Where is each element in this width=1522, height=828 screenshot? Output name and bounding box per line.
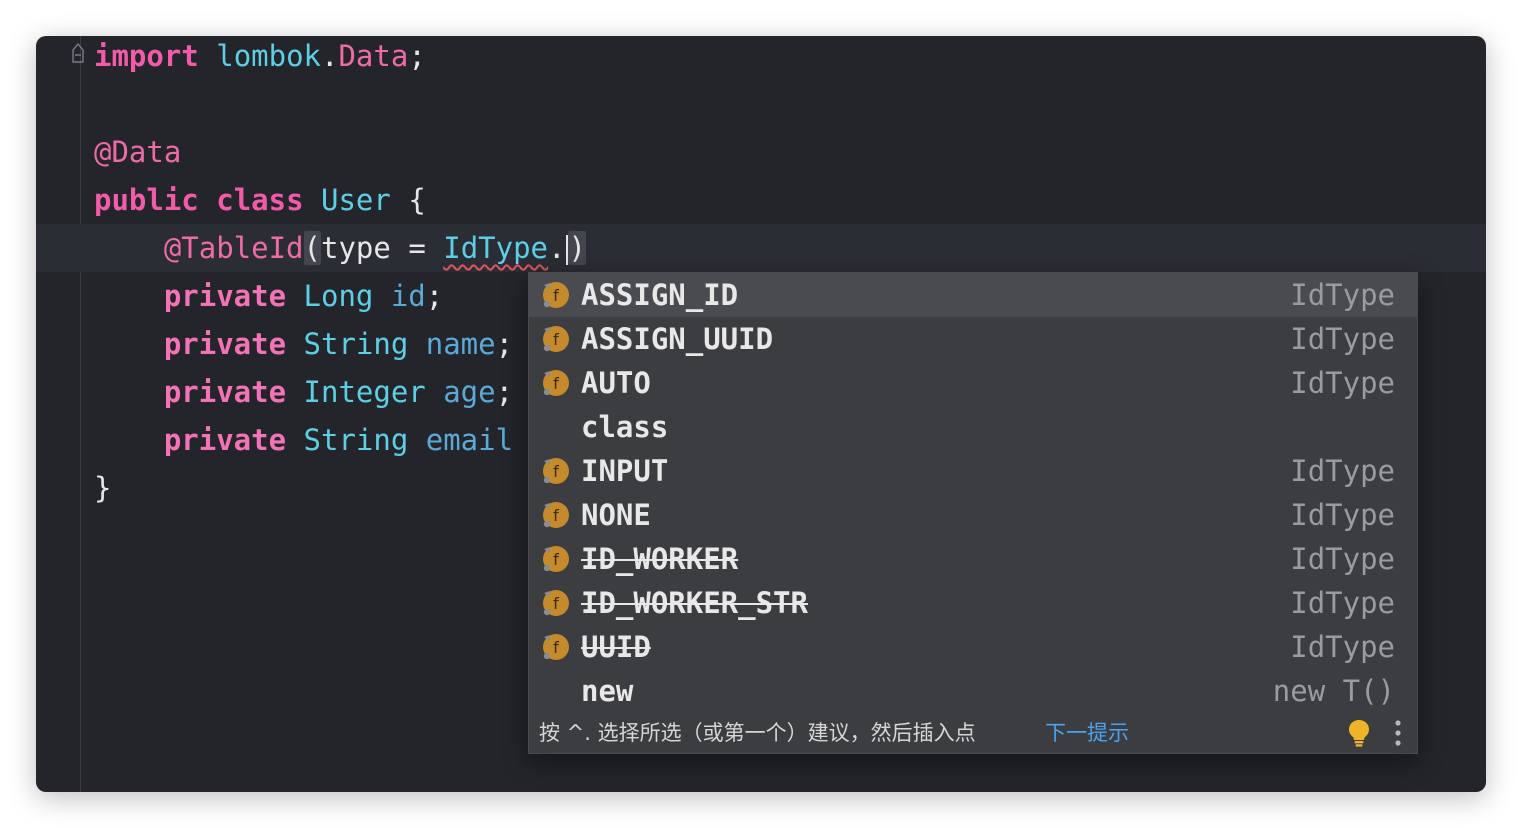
gutter-divider [80,36,81,792]
open-brace: { [408,183,426,217]
field-icon: f [543,458,569,484]
completion-item-label: AUTO [581,366,651,400]
field-name: name [425,327,496,361]
fold-marker-icon[interactable] [72,43,84,63]
field-icon: f [543,502,569,528]
type-string: String [303,423,409,457]
completion-item[interactable]: f ASSIGN_ID IdType [529,273,1417,317]
completion-item-type: IdType [1290,454,1395,488]
keyword-private: private [163,375,287,409]
completion-item-type: new T() [1272,674,1395,708]
type-long: Long [303,279,374,313]
completion-item-label: INPUT [581,454,669,488]
code-line-field-age[interactable]: private Integer age; [94,372,513,420]
field-icon: f [543,282,569,308]
code-editor[interactable]: import lombok.Data; @Data public class U… [36,36,1486,792]
keyword-class: class [216,183,304,217]
svg-text:f: f [553,286,559,305]
code-line-field-name[interactable]: private String name; [94,324,513,372]
class-data-ref: Data [338,39,409,73]
dot: . [548,231,566,265]
completion-item-label: UUID [581,630,651,664]
type-string: String [303,327,409,361]
completion-item-label: class [581,410,669,444]
completion-item-label: ID_WORKER_STR [581,586,808,620]
more-options-icon[interactable] [1393,719,1403,747]
svg-text:f: f [553,374,559,393]
idtype-reference: IdType [443,231,549,265]
lightbulb-icon[interactable] [1347,718,1371,748]
field-icon: f [543,326,569,352]
completion-item-type: IdType [1290,366,1395,400]
next-tip-link[interactable]: 下一提示 [1045,713,1129,753]
open-paren: ( [303,231,321,265]
code-line-class-decl[interactable]: public class User { [94,180,426,228]
completion-item-type: IdType [1290,542,1395,576]
code-line-import[interactable]: import lombok.Data; [94,36,426,84]
completion-item-label: ASSIGN_ID [581,278,739,312]
svg-text:f: f [553,506,559,525]
completion-item-type: IdType [1290,322,1395,356]
field-icon: f [543,546,569,572]
package-lombok: lombok [216,39,321,73]
code-line-close-brace[interactable]: } [94,468,111,516]
keyword-private: private [163,279,287,313]
completion-item[interactable]: class [529,405,1417,449]
equals: = [408,231,426,265]
close-paren: ) [568,231,586,265]
svg-text:f: f [553,550,559,569]
field-email: email [425,423,514,457]
annotation-data: @Data [94,135,182,169]
keyword-public: public [94,183,199,217]
completion-item[interactable]: f INPUT IdType [529,449,1417,493]
svg-text:f: f [553,594,559,613]
semicolon: ; [495,375,514,409]
field-icon: f [543,634,569,660]
dot: . [321,39,339,73]
completion-item[interactable]: f UUID IdType [529,625,1417,669]
field-icon: f [543,370,569,396]
completion-item[interactable]: f ASSIGN_UUID IdType [529,317,1417,361]
field-age: age [443,375,496,409]
completion-hint: 按 ^. 选择所选（或第一个）建议，然后插入点 [539,721,976,745]
completion-item-type: IdType [1290,498,1395,532]
code-line-field-email[interactable]: private String email [94,420,513,468]
completion-item[interactable]: f ID_WORKER_STR IdType [529,581,1417,625]
code-line-field-id[interactable]: private Long id; [94,276,443,324]
keyword-private: private [163,327,287,361]
completion-item-label: NONE [581,498,651,532]
completion-item-type: IdType [1290,586,1395,620]
completion-item[interactable]: f NONE IdType [529,493,1417,537]
svg-text:f: f [553,330,559,349]
completion-item-label: ASSIGN_UUID [581,322,774,356]
completion-item[interactable]: f AUTO IdType [529,361,1417,405]
completion-popup[interactable]: f ASSIGN_ID IdType f ASSIGN_UUID IdType f AUTO I… [528,272,1418,754]
keyword-private: private [163,423,287,457]
completion-item-type: IdType [1290,630,1395,664]
completion-item-label: ID_WORKER [581,542,739,576]
class-name-user: User [321,183,391,217]
completion-item[interactable]: new new T() [529,669,1417,713]
code-line-annotation-data[interactable]: @Data [94,132,181,180]
completion-item[interactable]: f ID_WORKER IdType [529,537,1417,581]
completion-item-type: IdType [1290,278,1395,312]
annotation-tableid: @TableId [163,231,304,265]
close-brace: } [94,471,112,505]
field-icon: f [543,590,569,616]
completion-item-label: new [581,674,634,708]
code-line-tableid[interactable]: @TableId(type = IdType.) [94,228,586,276]
param-type: type [321,231,391,265]
semicolon: ; [495,327,514,361]
svg-text:f: f [553,638,559,657]
type-integer: Integer [303,375,426,409]
semicolon: ; [408,39,426,73]
semicolon: ; [425,279,444,313]
keyword-import: import [94,39,199,73]
field-id: id [390,279,426,313]
completion-footer: 按 ^. 选择所选（或第一个）建议，然后插入点 下一提示 [529,713,1417,753]
svg-text:f: f [553,462,559,481]
